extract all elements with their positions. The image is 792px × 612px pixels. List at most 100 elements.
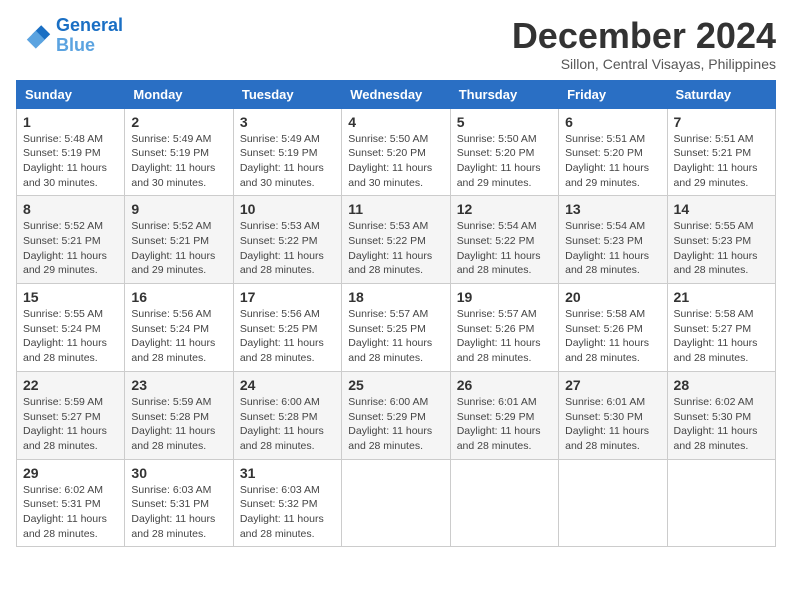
cell-info: Sunrise: 5:50 AM Sunset: 5:20 PM Dayligh… — [348, 132, 443, 191]
calendar-cell: 14 Sunrise: 5:55 AM Sunset: 5:23 PM Dayl… — [667, 196, 775, 284]
cell-info: Sunrise: 5:56 AM Sunset: 5:24 PM Dayligh… — [131, 307, 226, 366]
calendar-cell: 26 Sunrise: 6:01 AM Sunset: 5:29 PM Dayl… — [450, 371, 558, 459]
title-block: December 2024 Sillon, Central Visayas, P… — [512, 16, 776, 72]
cell-info: Sunrise: 5:53 AM Sunset: 5:22 PM Dayligh… — [240, 219, 335, 278]
calendar-cell: 13 Sunrise: 5:54 AM Sunset: 5:23 PM Dayl… — [559, 196, 667, 284]
calendar-week-1: 1 Sunrise: 5:48 AM Sunset: 5:19 PM Dayli… — [17, 108, 776, 196]
cell-day-number: 23 — [131, 377, 226, 393]
location-title: Sillon, Central Visayas, Philippines — [512, 56, 776, 72]
calendar-cell: 21 Sunrise: 5:58 AM Sunset: 5:27 PM Dayl… — [667, 284, 775, 372]
calendar-cell: 31 Sunrise: 6:03 AM Sunset: 5:32 PM Dayl… — [233, 459, 341, 547]
calendar-cell: 5 Sunrise: 5:50 AM Sunset: 5:20 PM Dayli… — [450, 108, 558, 196]
cell-info: Sunrise: 6:02 AM Sunset: 5:30 PM Dayligh… — [674, 395, 769, 454]
calendar-cell — [342, 459, 450, 547]
cell-day-number: 16 — [131, 289, 226, 305]
calendar-cell: 25 Sunrise: 6:00 AM Sunset: 5:29 PM Dayl… — [342, 371, 450, 459]
cell-info: Sunrise: 5:51 AM Sunset: 5:21 PM Dayligh… — [674, 132, 769, 191]
cell-info: Sunrise: 5:49 AM Sunset: 5:19 PM Dayligh… — [131, 132, 226, 191]
cell-info: Sunrise: 5:58 AM Sunset: 5:27 PM Dayligh… — [674, 307, 769, 366]
cell-info: Sunrise: 6:00 AM Sunset: 5:28 PM Dayligh… — [240, 395, 335, 454]
cell-day-number: 26 — [457, 377, 552, 393]
cell-info: Sunrise: 5:55 AM Sunset: 5:23 PM Dayligh… — [674, 219, 769, 278]
column-header-sunday: Sunday — [17, 80, 125, 108]
calendar-cell: 3 Sunrise: 5:49 AM Sunset: 5:19 PM Dayli… — [233, 108, 341, 196]
calendar-cell: 28 Sunrise: 6:02 AM Sunset: 5:30 PM Dayl… — [667, 371, 775, 459]
calendar-cell: 15 Sunrise: 5:55 AM Sunset: 5:24 PM Dayl… — [17, 284, 125, 372]
cell-info: Sunrise: 6:03 AM Sunset: 5:31 PM Dayligh… — [131, 483, 226, 542]
logo-text: General Blue — [56, 16, 123, 56]
calendar-cell — [450, 459, 558, 547]
calendar-week-2: 8 Sunrise: 5:52 AM Sunset: 5:21 PM Dayli… — [17, 196, 776, 284]
cell-day-number: 11 — [348, 201, 443, 217]
cell-day-number: 13 — [565, 201, 660, 217]
cell-day-number: 1 — [23, 114, 118, 130]
cell-day-number: 10 — [240, 201, 335, 217]
calendar-cell: 23 Sunrise: 5:59 AM Sunset: 5:28 PM Dayl… — [125, 371, 233, 459]
cell-info: Sunrise: 5:52 AM Sunset: 5:21 PM Dayligh… — [23, 219, 118, 278]
calendar-cell: 2 Sunrise: 5:49 AM Sunset: 5:19 PM Dayli… — [125, 108, 233, 196]
calendar-cell: 16 Sunrise: 5:56 AM Sunset: 5:24 PM Dayl… — [125, 284, 233, 372]
calendar-cell — [559, 459, 667, 547]
calendar-cell: 8 Sunrise: 5:52 AM Sunset: 5:21 PM Dayli… — [17, 196, 125, 284]
cell-day-number: 8 — [23, 201, 118, 217]
cell-info: Sunrise: 6:02 AM Sunset: 5:31 PM Dayligh… — [23, 483, 118, 542]
calendar-cell: 30 Sunrise: 6:03 AM Sunset: 5:31 PM Dayl… — [125, 459, 233, 547]
calendar-cell: 18 Sunrise: 5:57 AM Sunset: 5:25 PM Dayl… — [342, 284, 450, 372]
calendar-cell: 17 Sunrise: 5:56 AM Sunset: 5:25 PM Dayl… — [233, 284, 341, 372]
cell-day-number: 7 — [674, 114, 769, 130]
cell-info: Sunrise: 6:01 AM Sunset: 5:29 PM Dayligh… — [457, 395, 552, 454]
cell-day-number: 28 — [674, 377, 769, 393]
cell-day-number: 22 — [23, 377, 118, 393]
calendar-cell: 4 Sunrise: 5:50 AM Sunset: 5:20 PM Dayli… — [342, 108, 450, 196]
cell-info: Sunrise: 6:01 AM Sunset: 5:30 PM Dayligh… — [565, 395, 660, 454]
calendar-cell: 27 Sunrise: 6:01 AM Sunset: 5:30 PM Dayl… — [559, 371, 667, 459]
cell-day-number: 9 — [131, 201, 226, 217]
cell-info: Sunrise: 6:03 AM Sunset: 5:32 PM Dayligh… — [240, 483, 335, 542]
cell-day-number: 30 — [131, 465, 226, 481]
cell-info: Sunrise: 5:55 AM Sunset: 5:24 PM Dayligh… — [23, 307, 118, 366]
calendar-week-4: 22 Sunrise: 5:59 AM Sunset: 5:27 PM Dayl… — [17, 371, 776, 459]
cell-info: Sunrise: 5:59 AM Sunset: 5:27 PM Dayligh… — [23, 395, 118, 454]
cell-day-number: 18 — [348, 289, 443, 305]
calendar-cell: 12 Sunrise: 5:54 AM Sunset: 5:22 PM Dayl… — [450, 196, 558, 284]
month-title: December 2024 — [512, 16, 776, 56]
cell-day-number: 6 — [565, 114, 660, 130]
logo: General Blue — [16, 16, 123, 56]
cell-day-number: 2 — [131, 114, 226, 130]
calendar-cell: 9 Sunrise: 5:52 AM Sunset: 5:21 PM Dayli… — [125, 196, 233, 284]
calendar-cell: 11 Sunrise: 5:53 AM Sunset: 5:22 PM Dayl… — [342, 196, 450, 284]
cell-day-number: 3 — [240, 114, 335, 130]
cell-info: Sunrise: 5:59 AM Sunset: 5:28 PM Dayligh… — [131, 395, 226, 454]
calendar-week-5: 29 Sunrise: 6:02 AM Sunset: 5:31 PM Dayl… — [17, 459, 776, 547]
column-header-monday: Monday — [125, 80, 233, 108]
column-header-thursday: Thursday — [450, 80, 558, 108]
cell-info: Sunrise: 5:53 AM Sunset: 5:22 PM Dayligh… — [348, 219, 443, 278]
calendar-header-row: SundayMondayTuesdayWednesdayThursdayFrid… — [17, 80, 776, 108]
cell-day-number: 15 — [23, 289, 118, 305]
column-header-wednesday: Wednesday — [342, 80, 450, 108]
column-header-friday: Friday — [559, 80, 667, 108]
cell-info: Sunrise: 5:54 AM Sunset: 5:23 PM Dayligh… — [565, 219, 660, 278]
column-header-tuesday: Tuesday — [233, 80, 341, 108]
calendar-cell — [667, 459, 775, 547]
cell-info: Sunrise: 5:58 AM Sunset: 5:26 PM Dayligh… — [565, 307, 660, 366]
cell-day-number: 20 — [565, 289, 660, 305]
calendar-cell: 19 Sunrise: 5:57 AM Sunset: 5:26 PM Dayl… — [450, 284, 558, 372]
cell-day-number: 24 — [240, 377, 335, 393]
cell-info: Sunrise: 5:48 AM Sunset: 5:19 PM Dayligh… — [23, 132, 118, 191]
page-header: General Blue December 2024 Sillon, Centr… — [16, 16, 776, 72]
cell-info: Sunrise: 5:51 AM Sunset: 5:20 PM Dayligh… — [565, 132, 660, 191]
calendar-cell: 1 Sunrise: 5:48 AM Sunset: 5:19 PM Dayli… — [17, 108, 125, 196]
cell-day-number: 4 — [348, 114, 443, 130]
cell-day-number: 14 — [674, 201, 769, 217]
cell-day-number: 29 — [23, 465, 118, 481]
calendar-cell: 10 Sunrise: 5:53 AM Sunset: 5:22 PM Dayl… — [233, 196, 341, 284]
column-header-saturday: Saturday — [667, 80, 775, 108]
calendar-cell: 7 Sunrise: 5:51 AM Sunset: 5:21 PM Dayli… — [667, 108, 775, 196]
cell-info: Sunrise: 5:50 AM Sunset: 5:20 PM Dayligh… — [457, 132, 552, 191]
cell-day-number: 31 — [240, 465, 335, 481]
cell-info: Sunrise: 5:57 AM Sunset: 5:26 PM Dayligh… — [457, 307, 552, 366]
cell-day-number: 12 — [457, 201, 552, 217]
logo-icon — [16, 18, 52, 54]
calendar-table: SundayMondayTuesdayWednesdayThursdayFrid… — [16, 80, 776, 548]
